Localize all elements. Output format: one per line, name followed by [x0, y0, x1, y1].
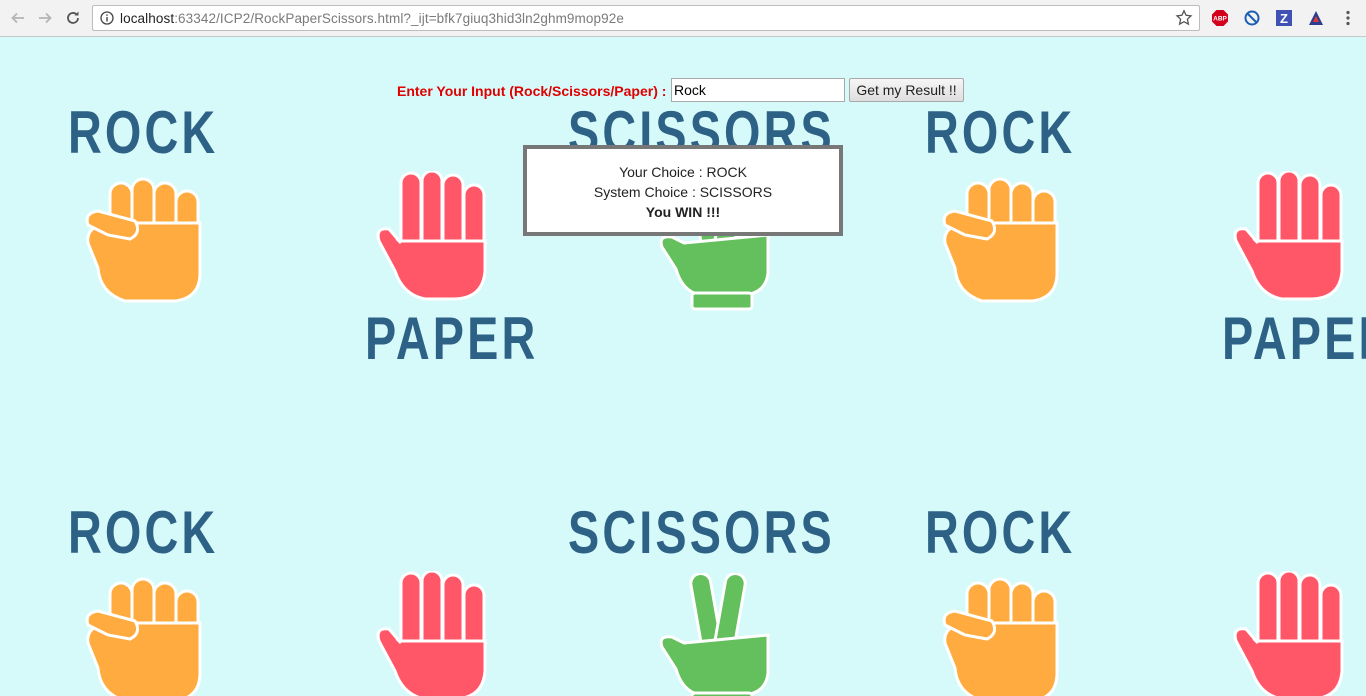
url-path: :63342/ICP2/RockPaperScissors.html?_ijt=…	[174, 11, 624, 26]
paper-hand-icon	[376, 571, 487, 696]
reload-button[interactable]	[62, 7, 84, 29]
choice-input[interactable]	[671, 78, 845, 102]
rock-word: ROCK	[925, 499, 1076, 566]
back-button[interactable]	[7, 7, 29, 29]
info-icon[interactable]	[100, 11, 114, 25]
paper-word: PAPER	[1222, 305, 1366, 372]
url-host: localhost	[120, 11, 175, 26]
rock-hand-icon	[85, 177, 202, 303]
get-result-button[interactable]: Get my Result !!	[849, 78, 964, 102]
your-choice-text: Your Choice : ROCK	[619, 164, 747, 180]
menu-dots-icon[interactable]	[1340, 9, 1356, 27]
paper-word: PAPER	[365, 305, 539, 372]
block-icon[interactable]	[1243, 9, 1261, 27]
extension-icon[interactable]	[1307, 9, 1325, 27]
page-content: ROCKPAPERSCISSORSROCKPAPERROCKSCISSORSRO…	[0, 37, 1366, 696]
result-box: Your Choice : ROCK System Choice : SCISS…	[523, 145, 843, 236]
paper-hand-icon	[1233, 171, 1344, 301]
input-label: Enter Your Input (Rock/Scissors/Paper) :	[397, 83, 667, 99]
system-choice-text: System Choice : SCISSORS	[593, 184, 773, 200]
arrow-right-icon	[39, 12, 52, 24]
abp-label: ABP	[1213, 16, 1227, 23]
z-extension-icon[interactable]: Z	[1275, 9, 1293, 27]
address-bar[interactable]: localhost:63342/ICP2/RockPaperScissors.h…	[92, 5, 1200, 31]
forward-button[interactable]	[34, 7, 56, 29]
outcome-text: You WIN !!!	[645, 204, 721, 220]
rock-hand-icon	[85, 577, 202, 696]
z-label: Z	[1280, 11, 1288, 26]
arrow-left-icon	[11, 12, 24, 24]
rock-word: ROCK	[925, 99, 1076, 166]
url-text: localhost:63342/ICP2/RockPaperScissors.h…	[120, 11, 624, 26]
reload-icon	[67, 11, 79, 24]
rock-hand-icon	[942, 177, 1059, 303]
input-form: Enter Your Input (Rock/Scissors/Paper) :…	[0, 77, 1366, 103]
paper-hand-icon	[1233, 571, 1344, 696]
rock-word: ROCK	[68, 499, 219, 566]
star-icon[interactable]	[1175, 9, 1193, 27]
rock-hand-icon	[942, 577, 1059, 696]
browser-toolbar: localhost:63342/ICP2/RockPaperScissors.h…	[0, 0, 1366, 37]
adblock-plus-icon[interactable]: ABP	[1211, 9, 1229, 27]
scissors-word: SCISSORS	[568, 499, 835, 566]
rock-word: ROCK	[68, 99, 219, 166]
scissors-hand-icon	[659, 573, 770, 696]
paper-hand-icon	[376, 171, 487, 301]
